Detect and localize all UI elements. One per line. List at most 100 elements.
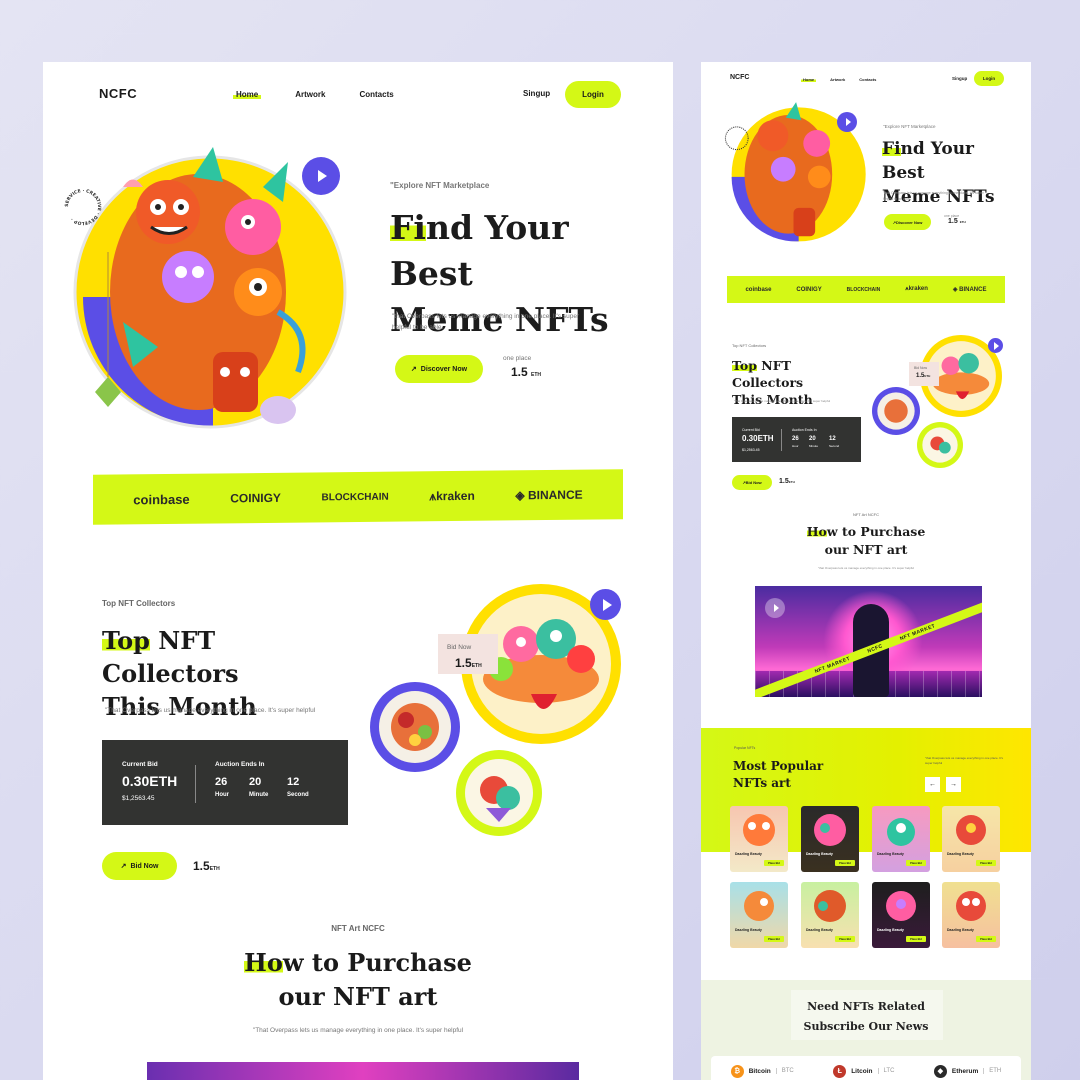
logo[interactable]: NCFC: [730, 74, 749, 81]
purchase-video[interactable]: NFT MARKET NCFC NFT MARKET: [755, 586, 982, 697]
collector-nft-circle-1[interactable]: [872, 387, 920, 435]
hero-title-highlight: Fi: [390, 208, 426, 247]
hero-description: "that Overpass lets us manage everything…: [883, 191, 984, 201]
bid-now-button[interactable]: ↗ Bid Now: [102, 852, 177, 880]
collector-nft-art-1: [877, 392, 915, 430]
play-icon: [994, 341, 999, 350]
collector-nft-art-2: [465, 759, 533, 827]
signup-link[interactable]: Singup: [523, 89, 550, 98]
play-button[interactable]: [837, 112, 857, 132]
coin-bitcoin[interactable]: ₿ Bitcoin BTC: [730, 1064, 794, 1078]
countdown-hours: 26 Hour: [792, 436, 799, 448]
bid-now-label: Bid Now: [130, 862, 159, 870]
popular-eyebrow: Popular NFTs: [734, 746, 756, 750]
nft-card[interactable]: Dazzling Beauty Place Bid: [730, 806, 788, 872]
arrow-right-icon[interactable]: →: [946, 777, 961, 792]
divider: [781, 429, 782, 451]
coinigy-logo: COINIGY: [796, 286, 822, 293]
collector-nft-circle-2[interactable]: [456, 750, 542, 836]
kraken-logo: ⩚kraken: [905, 286, 928, 292]
hero-eyebrow: "Explore NFT Marketplace: [390, 181, 490, 190]
rotating-text-badge: SERVICE · CREATIVE · DEVELOP ·: [64, 188, 102, 226]
play-icon: [845, 118, 851, 126]
bid-now-label: Bid Now: [745, 480, 762, 485]
collector-nft-circle-1[interactable]: [370, 682, 460, 772]
nft-card[interactable]: Dazzling Beauty Place Bid: [801, 882, 859, 948]
stat-value: 1.5 ETH: [948, 218, 966, 225]
ethereum-icon: ◆: [933, 1064, 947, 1078]
purchase-title: How to Purchase our NFT art: [43, 946, 673, 1014]
purchase-title: How to Purchase our NFT art: [701, 523, 1031, 559]
play-button-2[interactable]: [590, 589, 621, 620]
nav-artwork[interactable]: Artwork: [830, 77, 845, 82]
place-bid-button[interactable]: Place Bid: [906, 936, 926, 942]
place-bid-button[interactable]: Place Bid: [764, 860, 784, 866]
arrow-left-icon[interactable]: ←: [925, 777, 940, 792]
discover-now-label: Discover Now: [420, 365, 468, 373]
nft-card[interactable]: Dazzling Beauty Place Bid: [942, 882, 1000, 948]
hero-eyebrow: "Explore NFT Marketplace: [883, 124, 936, 129]
coin-name: Bitcoin: [748, 1067, 771, 1075]
collector-nft-art-2: [922, 427, 958, 463]
purchase-video-preview[interactable]: [147, 1062, 579, 1080]
nft-card[interactable]: Dazzling Beauty Place Bid: [872, 882, 930, 948]
bid-tag-value: 1.5ETH: [916, 373, 931, 379]
collector-nft-circle-2[interactable]: [917, 422, 963, 468]
place-bid-button[interactable]: Place Bid: [835, 860, 855, 866]
bid-tag-value: 1.5ETH: [455, 656, 482, 670]
nav-artwork[interactable]: Artwork: [295, 90, 325, 99]
coin-name: Litcoin: [851, 1067, 873, 1075]
login-button[interactable]: Login: [565, 81, 621, 108]
newsletter-title-line2: Subscribe Our News: [803, 1020, 929, 1033]
newsletter-title: Need NFTs Related Subscribe Our News: [701, 997, 1031, 1037]
purchase-title-line2: our NFT art: [278, 982, 438, 1011]
nav-contacts[interactable]: Contacts: [859, 77, 876, 82]
stat-label: one place: [503, 355, 532, 362]
place-bid-button[interactable]: Place Bid: [764, 936, 784, 942]
auction-ends-label: Auction Ends In: [215, 761, 265, 768]
nav-home[interactable]: Home: [233, 90, 262, 99]
nft-card[interactable]: Dazzling Beauty Place Bid: [872, 806, 930, 872]
popular-nfts-section: Popular NFTs Most Popular NFTs art "that…: [701, 728, 1031, 988]
purchase-title-highlight: Ho: [806, 524, 827, 539]
video-play-button[interactable]: [765, 598, 785, 618]
current-bid-value: 0.30ETH: [122, 773, 178, 789]
discover-now-button[interactable]: ↗ Discover Now: [884, 214, 931, 230]
collectors-title-highlight: Top: [102, 626, 150, 655]
purchase-eyebrow: NFT Art NCFC: [331, 924, 385, 933]
signup-link[interactable]: Singup: [952, 76, 967, 81]
nft-card[interactable]: Dazzling Beauty Place Bid: [942, 806, 1000, 872]
place-bid-button[interactable]: Place Bid: [906, 860, 926, 866]
place-bid-button[interactable]: Place Bid: [976, 860, 996, 866]
hero-eth-stat: one place 1.5 ETH: [503, 355, 541, 379]
bid-now-button[interactable]: ↗ Bid Now: [732, 475, 772, 490]
bitcoin-icon: ₿: [730, 1064, 744, 1078]
current-bid-usd: $1,2563.45: [122, 795, 155, 802]
play-button[interactable]: [302, 157, 340, 195]
binance-logo: ◈ BINANCE: [952, 287, 987, 293]
partner-logos-strip: coinbase COINIGY BLOCKCHAIN ⩚kraken ◈ BI…: [727, 276, 1005, 303]
collectors-title-highlight: Top: [732, 358, 757, 373]
collector-nft-art-1: [379, 691, 451, 763]
purchase-title-line1: w to Purchase: [826, 524, 926, 539]
place-bid-button[interactable]: Place Bid: [976, 936, 996, 942]
coin-litecoin[interactable]: Ł Litcoin LTC: [833, 1064, 894, 1078]
purchase-title-line1: w to Purchase: [282, 948, 472, 977]
bid-tag-label: Bid Now: [914, 366, 928, 370]
discover-now-button[interactable]: ↗ Discover Now: [395, 355, 483, 383]
nav-contacts[interactable]: Contacts: [359, 90, 393, 99]
coin-ethereum[interactable]: ◆ Etherum ETH: [933, 1064, 1001, 1078]
nft-card-name: Dazzling Beauty: [735, 852, 762, 856]
arrow-up-right-icon: ↗: [120, 863, 127, 870]
login-button[interactable]: Login: [974, 71, 1004, 86]
coinbase-logo: coinbase: [745, 286, 772, 293]
carousel-arrows: ← →: [925, 777, 961, 792]
play-button-2[interactable]: [988, 338, 1003, 353]
kraken-logo: ⩚kraken: [429, 488, 475, 503]
nft-card[interactable]: Dazzling Beauty Place Bid: [730, 882, 788, 948]
litecoin-icon: Ł: [833, 1064, 847, 1078]
nav-home[interactable]: Home: [801, 77, 817, 82]
place-bid-button[interactable]: Place Bid: [835, 936, 855, 942]
logo[interactable]: NCFC: [99, 86, 137, 101]
nft-card[interactable]: Dazzling Beauty Place Bid: [801, 806, 859, 872]
